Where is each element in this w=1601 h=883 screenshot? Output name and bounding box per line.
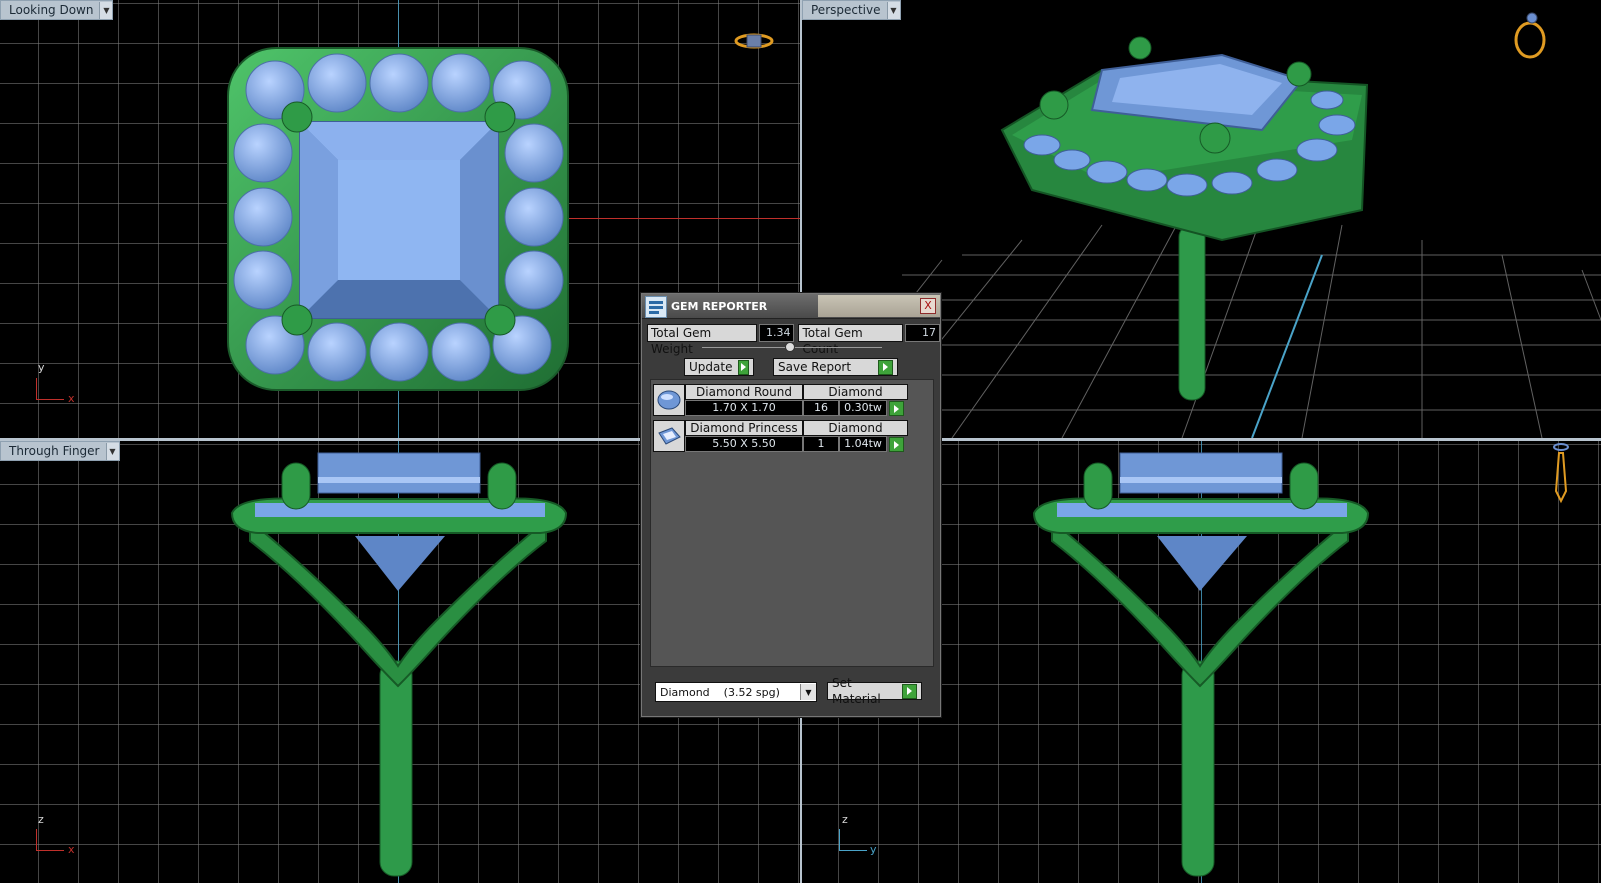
close-button[interactable]: X [920, 298, 936, 314]
gem-details-button[interactable] [889, 437, 904, 452]
axis-indicator-z: z [38, 813, 44, 826]
play-icon [738, 359, 749, 375]
axis-indicator-y: y [870, 843, 877, 856]
axis-indicator-x: x [68, 392, 75, 405]
total-gem-count-label: Total Gem Count [798, 324, 903, 356]
set-material-button-label: Set Material [832, 676, 881, 706]
save-report-button[interactable]: Save Report [773, 358, 898, 376]
play-icon [902, 683, 917, 699]
gem-size: 1.70 X 1.70 [685, 400, 803, 416]
axis-indicator-y: y [38, 361, 45, 374]
axis-indicator-x: x [68, 843, 75, 856]
gem-shape: Diamond Round [685, 384, 803, 400]
set-material-button[interactable]: Set Material [827, 676, 922, 706]
chevron-down-icon[interactable]: ▼ [99, 1, 113, 19]
chevron-down-icon[interactable]: ▼ [105, 442, 119, 460]
dialog-titlebar[interactable]: GEM REPORTER X [642, 294, 940, 319]
gem-material: Diamond [803, 420, 908, 436]
dialog-title: GEM REPORTER [671, 299, 768, 313]
material-select[interactable]: Diamond (3.52 spg) ▼ [655, 682, 817, 702]
play-icon [878, 359, 893, 375]
total-gem-count-value: 17 [904, 324, 940, 342]
slider-knob[interactable] [785, 342, 795, 352]
gem-material: Diamond [803, 384, 908, 400]
gem-list[interactable]: Diamond Round Diamond 1.70 X 1.70 16 0.3… [650, 379, 934, 667]
viewport-label-looking-down[interactable]: Looking Down ▼ [0, 0, 114, 20]
gem-weight: 1.04tw [839, 436, 887, 452]
material-select-value: Diamond (3.52 spg) [660, 685, 780, 699]
gem-reporter-icon [645, 295, 667, 318]
earring-gizmo-icon [1553, 443, 1569, 504]
chevron-down-icon[interactable]: ▼ [800, 684, 816, 700]
viewport-label-through-finger[interactable]: Through Finger ▼ [0, 441, 120, 461]
total-gem-weight-label: Total Gem Weight [647, 324, 758, 356]
gem-reporter-dialog: GEM REPORTER X Total Gem Weight 1.34 Tot… [641, 293, 941, 717]
list-size-slider[interactable] [702, 342, 882, 352]
viewport-label-perspective[interactable]: Perspective ▼ [802, 0, 901, 20]
view-gizmo-icon [734, 33, 774, 49]
ring-gizmo-icon [1514, 12, 1546, 59]
gem-count: 16 [803, 400, 839, 416]
gem-details-button[interactable] [889, 401, 904, 416]
chevron-down-icon[interactable]: ▼ [886, 1, 900, 19]
save-report-button-label: Save Report [778, 360, 852, 374]
totals-row: Total Gem Weight 1.34 Total Gem Count 17 [647, 324, 940, 356]
round-gem-icon [653, 384, 685, 416]
gem-count: 1 [803, 436, 839, 452]
total-gem-weight-value: 1.34 [759, 324, 795, 342]
update-button-label: Update [689, 360, 733, 374]
gem-row[interactable]: Diamond Round Diamond 1.70 X 1.70 16 0.3… [653, 384, 910, 416]
update-button[interactable]: Update [684, 358, 754, 376]
princess-gem-icon [653, 420, 685, 452]
gem-row[interactable]: Diamond Princess Diamond 5.50 X 5.50 1 1… [653, 420, 910, 452]
gem-size: 5.50 X 5.50 [685, 436, 803, 452]
gem-shape: Diamond Princess [685, 420, 803, 436]
gem-weight: 0.30tw [839, 400, 887, 416]
axis-indicator-z: z [842, 813, 848, 826]
